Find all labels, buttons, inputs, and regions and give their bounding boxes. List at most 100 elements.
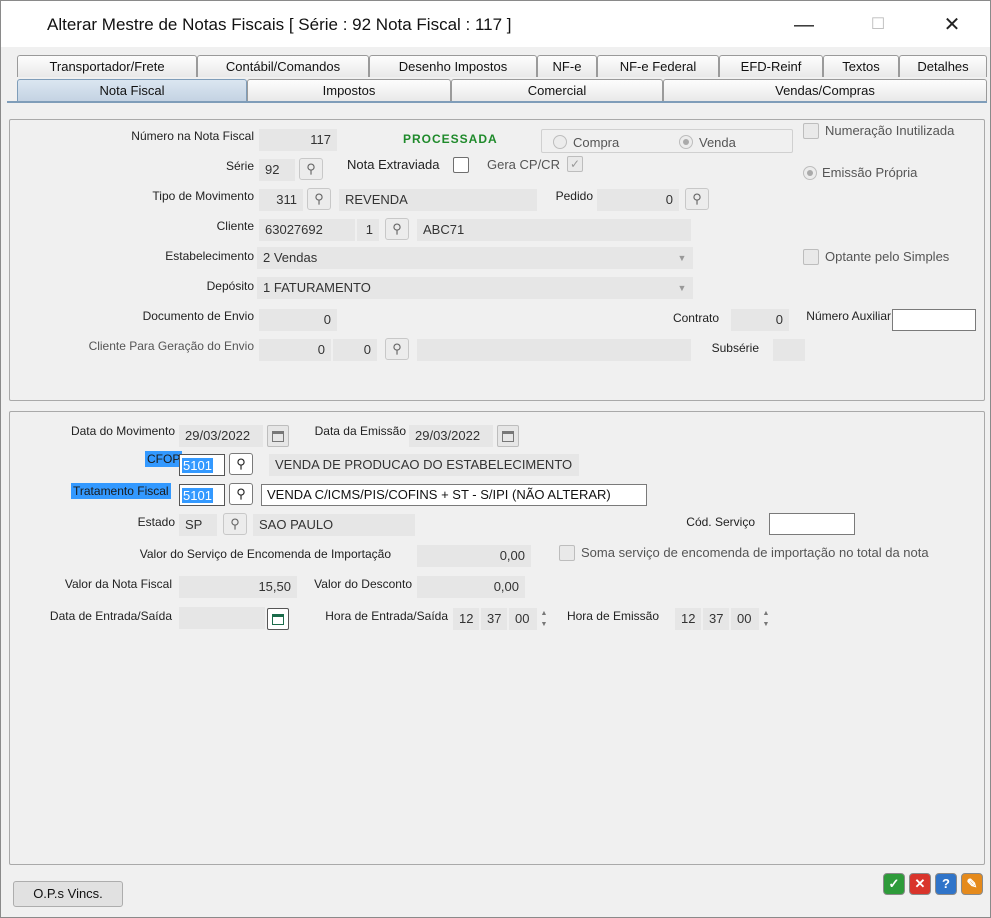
cod-servico-input[interactable] xyxy=(769,513,855,535)
hora-emis-minutes[interactable]: 37 xyxy=(703,608,729,630)
estabelecimento-select[interactable]: 2 Vendas ▼ xyxy=(257,247,693,269)
deposito-select[interactable]: 1 FATURAMENTO ▼ xyxy=(257,277,693,299)
tipo-movimento-desc: REVENDA xyxy=(339,189,537,211)
hora-emis-hours[interactable]: 12 xyxy=(675,608,701,630)
chevron-down-icon: ▼ xyxy=(677,283,687,293)
cfop-desc: VENDA DE PRODUCAO DO ESTABELECIMENTO xyxy=(269,454,579,476)
cliente-code: 63027692 xyxy=(259,219,355,241)
window-title: Alterar Mestre de Notas Fiscais [ Série … xyxy=(47,15,512,34)
status-badge: PROCESSADA xyxy=(403,132,498,146)
wrench-icon[interactable]: ✎ xyxy=(961,873,983,895)
calendar-icon[interactable] xyxy=(497,425,519,447)
nota-extraviada-checkbox[interactable] xyxy=(453,157,469,173)
deposito-label: Depósito xyxy=(206,279,254,293)
maximize-button[interactable]: ☐ xyxy=(855,9,901,41)
estado-nome: SAO PAULO xyxy=(253,514,415,536)
tab-efd-reinf[interactable]: EFD-Reinf xyxy=(719,55,823,77)
spin-arrows-icon[interactable]: ▲ ▼ xyxy=(539,608,549,630)
search-icon[interactable]: ⚲ xyxy=(685,188,709,210)
tab-nota-fiscal[interactable]: Nota Fiscal xyxy=(17,79,247,101)
valor-desconto-label: Valor do Desconto xyxy=(314,577,412,591)
tratamento-fiscal-label: Tratamento Fiscal xyxy=(71,483,171,499)
search-icon[interactable]: ⚲ xyxy=(229,483,253,505)
cliente-seq: 1 xyxy=(357,219,379,241)
tab-nfe[interactable]: NF-e xyxy=(537,55,597,77)
estabelecimento-value: 2 Vendas xyxy=(263,250,318,265)
pedido-field: 0 xyxy=(597,189,679,211)
tab-desenho-impostos[interactable]: Desenho Impostos xyxy=(369,55,537,77)
optante-simples-checkbox[interactable] xyxy=(803,249,819,265)
hora-es-hours[interactable]: 12 xyxy=(453,608,479,630)
cliente-envio-label: Cliente Para Geração do Envio xyxy=(88,339,254,353)
close-button[interactable]: ✕ xyxy=(929,9,975,41)
tratamento-fiscal-desc[interactable]: VENDA C/ICMS/PIS/COFINS + ST - S/IPI (NÃ… xyxy=(261,484,647,506)
cfop-input[interactable]: 5101 xyxy=(179,454,225,476)
soma-servico-checkbox[interactable] xyxy=(559,545,575,561)
cfop-label: CFOP xyxy=(145,451,183,467)
tab-detalhes[interactable]: Detalhes xyxy=(899,55,987,77)
data-entrada-saida-label: Data de Entrada/Saída xyxy=(49,609,172,623)
tratamento-fiscal-value: 5101 xyxy=(182,488,213,503)
spin-arrows-icon[interactable]: ▲ ▼ xyxy=(761,608,771,630)
tab-nfe-federal[interactable]: NF-e Federal xyxy=(597,55,719,77)
valor-nf-field: 15,50 xyxy=(179,576,297,598)
help-icon[interactable]: ? xyxy=(935,873,957,895)
tab-row-lower: Nota Fiscal Impostos Comercial Vendas/Co… xyxy=(1,79,990,101)
compra-radio[interactable] xyxy=(553,135,567,149)
data-emissao-label: Data da Emissão xyxy=(314,424,406,438)
contrato-field: 0 xyxy=(731,309,789,331)
data-movimento-field: 29/03/2022 xyxy=(179,425,263,447)
numero-auxiliar-input[interactable] xyxy=(892,309,976,331)
venda-radio[interactable] xyxy=(679,135,693,149)
data-entrada-saida-field xyxy=(179,607,265,629)
pedido-label: Pedido xyxy=(555,189,593,203)
tab-comercial[interactable]: Comercial xyxy=(451,79,663,101)
search-icon[interactable]: ⚲ xyxy=(229,453,253,475)
numeracao-inutilizada-checkbox[interactable] xyxy=(803,123,819,139)
hora-es-minutes[interactable]: 37 xyxy=(481,608,507,630)
serie-label: Série xyxy=(225,159,254,173)
calendar-icon[interactable] xyxy=(267,425,289,447)
cliente-envio-a: 0 xyxy=(259,339,331,361)
cliente-envio-b: 0 xyxy=(333,339,377,361)
tab-impostos[interactable]: Impostos xyxy=(247,79,451,101)
search-icon[interactable]: ⚲ xyxy=(223,513,247,535)
chevron-down-icon: ▼ xyxy=(677,253,687,263)
contrato-label: Contrato xyxy=(672,311,719,325)
calendar-icon[interactable] xyxy=(267,608,289,630)
hora-es-seconds[interactable]: 00 xyxy=(509,608,537,630)
deposito-value: 1 FATURAMENTO xyxy=(263,280,371,295)
tab-vendas-compras[interactable]: Vendas/Compras xyxy=(663,79,987,101)
check-icon[interactable]: ✓ xyxy=(883,873,905,895)
gera-cp-cr-checkbox[interactable]: ✓ xyxy=(567,156,583,172)
gera-cp-cr-label: Gera CP/CR xyxy=(487,157,560,172)
valor-servico-label: Valor do Serviço de Encomenda de Importa… xyxy=(139,547,391,561)
valor-nf-label: Valor da Nota Fiscal xyxy=(64,577,172,591)
search-icon[interactable]: ⚲ xyxy=(299,158,323,180)
tipo-movimento-code: 311 xyxy=(259,189,303,211)
valor-desconto-field: 0,00 xyxy=(417,576,525,598)
emissao-propria-radio[interactable] xyxy=(803,166,817,180)
tab-textos[interactable]: Textos xyxy=(823,55,899,77)
tratamento-fiscal-input[interactable]: 5101 xyxy=(179,484,225,506)
estado-field: SP xyxy=(179,514,217,536)
ops-vinculadas-button[interactable]: O.P.s Vincs. xyxy=(13,881,123,907)
tab-transportador[interactable]: Transportador/Frete xyxy=(17,55,197,77)
search-icon[interactable]: ⚲ xyxy=(385,338,409,360)
details-panel xyxy=(9,411,985,865)
optante-simples-label: Optante pelo Simples xyxy=(825,249,950,264)
serie-field: 92 xyxy=(259,159,295,181)
compra-label: Compra xyxy=(573,135,620,150)
search-icon[interactable]: ⚲ xyxy=(385,218,409,240)
tipo-movimento-label: Tipo de Movimento xyxy=(152,189,254,203)
numero-field: 117 xyxy=(259,129,337,151)
data-emissao-field: 29/03/2022 xyxy=(409,425,493,447)
emissao-propria-label: Emissão Própria xyxy=(822,165,918,180)
search-icon[interactable]: ⚲ xyxy=(307,188,331,210)
numero-label: Número na Nota Fiscal xyxy=(131,129,254,143)
cancel-icon[interactable]: ✕ xyxy=(909,873,931,895)
tab-contabil[interactable]: Contábil/Comandos xyxy=(197,55,369,77)
minimize-button[interactable]: — xyxy=(781,9,827,41)
hora-emis-seconds[interactable]: 00 xyxy=(731,608,759,630)
window: Alterar Mestre de Notas Fiscais [ Série … xyxy=(0,0,991,918)
